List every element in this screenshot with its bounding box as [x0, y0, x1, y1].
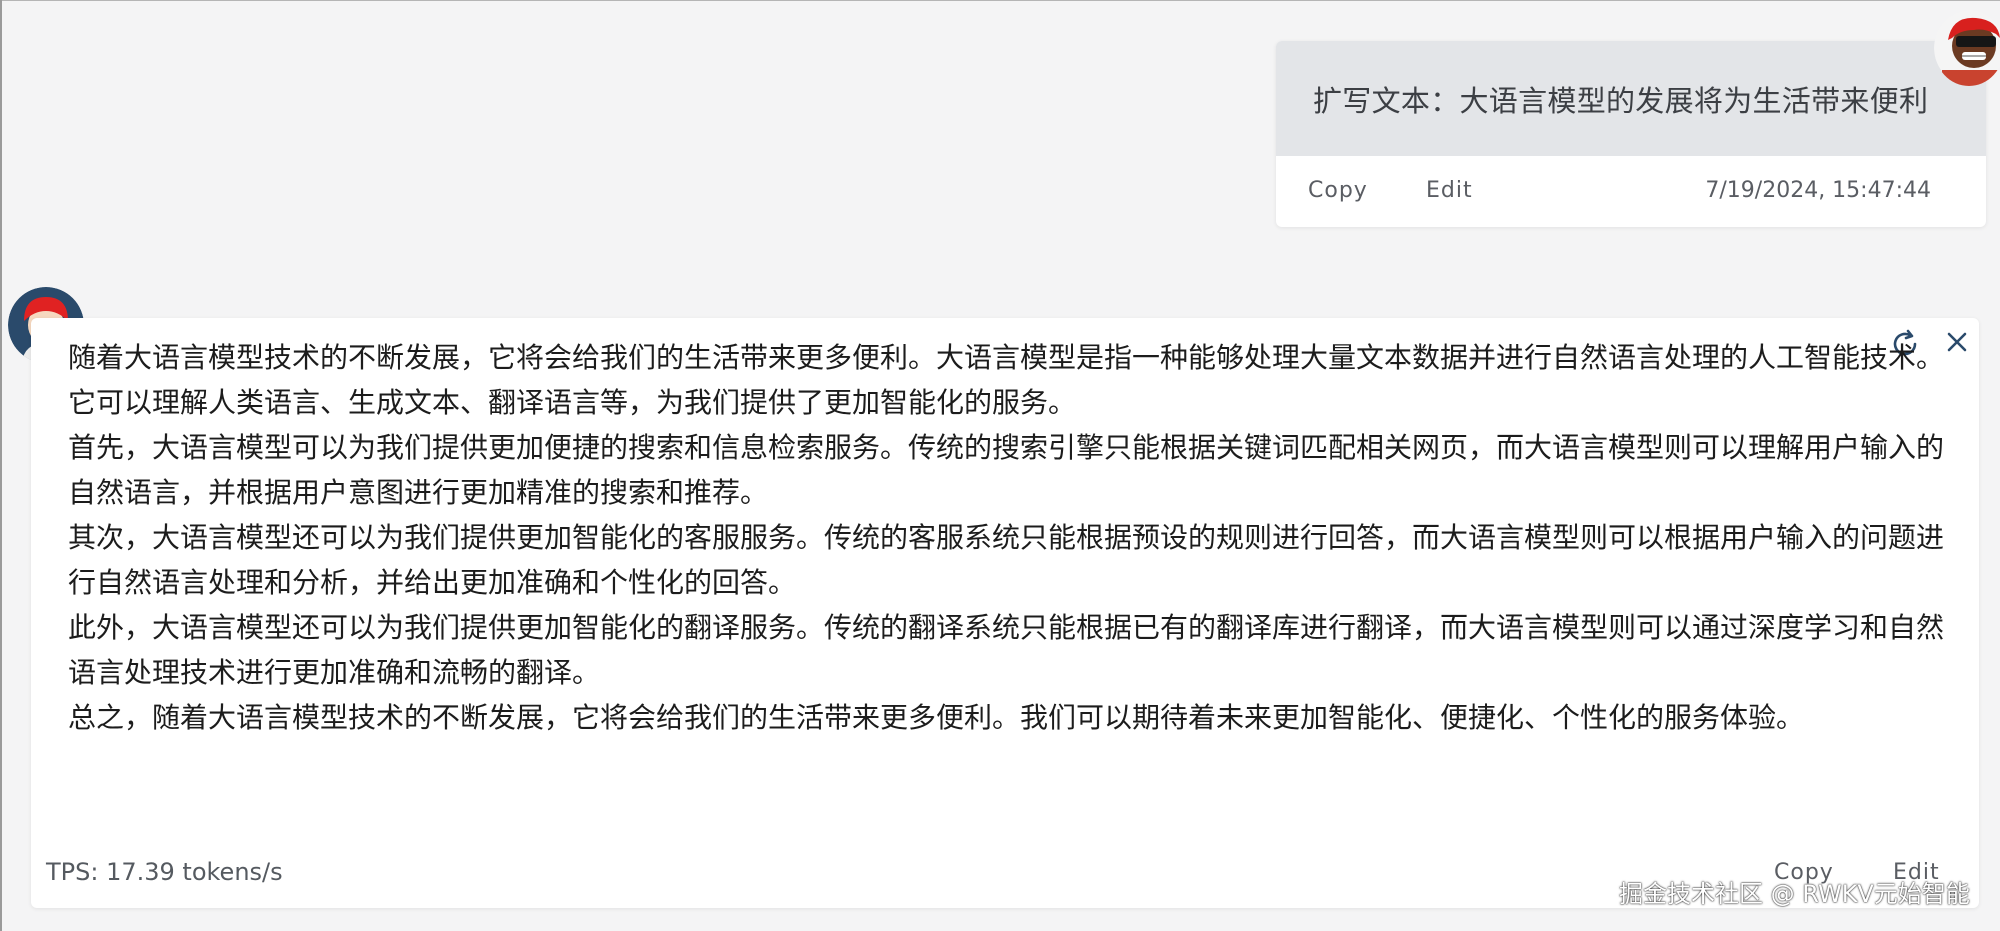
user-message-text: 扩写文本：大语言模型的发展将为生活带来便利: [1313, 83, 1929, 118]
assistant-paragraph: 总之，随着大语言模型技术的不断发展，它将会给我们的生活带来更多便利。我们可以期待…: [68, 701, 1805, 734]
assistant-message-text: 随着大语言模型技术的不断发展，它将会给我们的生活带来更多便利。大语言模型是指一种…: [68, 335, 1948, 740]
user-edit-button[interactable]: Edit: [1426, 178, 1473, 203]
user-avatar: [1934, 10, 2000, 86]
assistant-paragraph: 随着大语言模型技术的不断发展，它将会给我们的生活带来更多便利。大语言模型是指一种…: [68, 341, 1945, 419]
assistant-paragraph: 此外，大语言模型还可以为我们提供更加智能化的翻译服务。传统的翻译系统只能根据已有…: [68, 611, 1945, 689]
watermark: 掘金技术社区 @ RWKV元始智能: [1619, 880, 1970, 908]
tokens-per-second: TPS: 17.39 tokens/s: [46, 858, 283, 886]
assistant-paragraph: 首先，大语言模型可以为我们提供更加便捷的搜索和信息检索服务。传统的搜索引擎只能根…: [68, 431, 1945, 509]
assistant-paragraph: 其次，大语言模型还可以为我们提供更加智能化的客服服务。传统的客服系统只能根据预设…: [68, 521, 1945, 599]
window-top-border: [0, 0, 2000, 1]
user-message-timestamp: 7/19/2024, 15:47:44: [1705, 178, 1931, 203]
assistant-message-card: 随着大语言模型技术的不断发展，它将会给我们的生活带来更多便利。大语言模型是指一种…: [31, 318, 1979, 908]
user-message-bubble: 扩写文本：大语言模型的发展将为生活带来便利: [1276, 41, 1986, 156]
user-copy-button[interactable]: Copy: [1308, 178, 1368, 203]
user-message-actions: Copy Edit 7/19/2024, 15:47:44: [1276, 156, 1986, 227]
user-message-card: 扩写文本：大语言模型的发展将为生活带来便利 Copy Edit 7/19/202…: [1276, 41, 1986, 227]
window-left-border: [0, 0, 2, 931]
